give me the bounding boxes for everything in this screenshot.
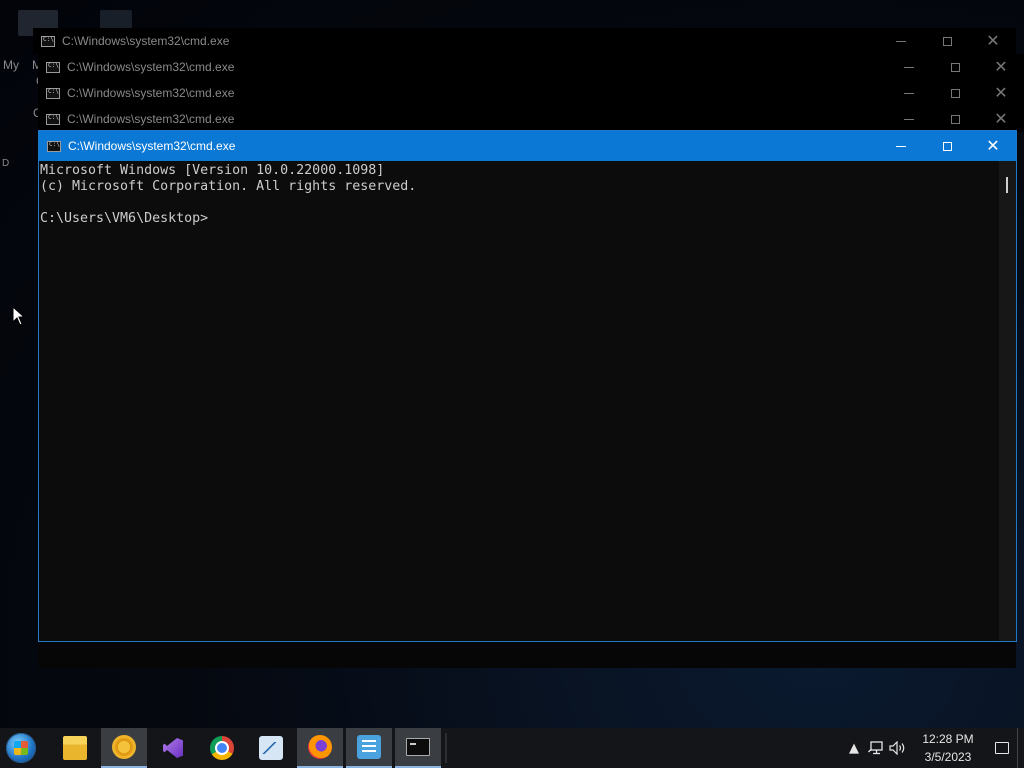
minimize-button[interactable] — [878, 28, 924, 54]
window-titlebar[interactable]: C:\Windows\system32\cmd.exe ✕ — [38, 80, 1024, 106]
maximize-icon — [950, 88, 960, 98]
taskbar: ▲ 12:28 PM 3/5/2023 — [0, 728, 1024, 768]
minimize-button[interactable] — [886, 80, 932, 106]
window-title: C:\Windows\system32\cmd.exe — [68, 139, 236, 153]
taskbar-notepad[interactable] — [346, 728, 392, 768]
folder-icon — [63, 736, 87, 760]
window-shadow — [38, 640, 1016, 668]
cmd-icon — [47, 140, 61, 152]
minimize-icon — [896, 40, 906, 42]
cmd-icon — [46, 61, 60, 73]
close-icon: ✕ — [986, 31, 1000, 50]
window-title: C:\Windows\system32\cmd.exe — [67, 60, 235, 74]
taskbar-resource-monitor[interactable] — [248, 728, 294, 768]
maximize-icon — [950, 62, 960, 72]
clock[interactable]: 12:28 PM 3/5/2023 — [913, 730, 983, 766]
visual-studio-icon — [161, 736, 185, 760]
cmd-icon — [46, 87, 60, 99]
maximize-icon — [942, 36, 952, 46]
scrollbar-thumb[interactable] — [1006, 177, 1008, 193]
clock-date: 3/5/2023 — [924, 750, 972, 764]
volume-icon[interactable] — [887, 728, 909, 768]
minimize-button[interactable] — [878, 131, 924, 161]
close-icon: ✕ — [994, 57, 1008, 76]
ring-icon — [112, 735, 136, 759]
notifications-button[interactable] — [987, 728, 1017, 768]
close-button[interactable]: ✕ — [970, 131, 1016, 161]
taskbar-cmd[interactable] — [395, 728, 441, 768]
minimize-button[interactable] — [886, 106, 932, 132]
cmd-window-active[interactable]: C:\Windows\system32\cmd.exe ✕ Microsoft … — [38, 130, 1017, 642]
taskbar-firefox[interactable] — [297, 728, 343, 768]
close-button[interactable]: ✕ — [978, 80, 1024, 106]
cmd-icon — [41, 35, 55, 47]
notepad-icon — [357, 735, 381, 759]
chevron-up-icon[interactable]: ▲ — [843, 728, 865, 768]
close-button[interactable]: ✕ — [978, 54, 1024, 80]
close-button[interactable]: ✕ — [978, 106, 1024, 132]
console-line: (c) Microsoft Corporation. All rights re… — [40, 179, 417, 194]
maximize-button[interactable] — [932, 106, 978, 132]
minimize-icon — [896, 145, 906, 147]
cmd-icon — [406, 738, 430, 756]
notification-icon — [995, 742, 1009, 754]
window-title: C:\Windows\system32\cmd.exe — [67, 112, 235, 126]
window-titlebar[interactable]: C:\Windows\system32\cmd.exe ✕ — [38, 54, 1024, 80]
start-button[interactable] — [0, 728, 42, 768]
taskbar-chrome[interactable] — [199, 728, 245, 768]
cmd-window-background[interactable]: C:\Windows\system32\cmd.exe ✕ — [38, 54, 1024, 80]
cmd-icon — [46, 113, 60, 125]
desktop-icon-label: D — [2, 158, 10, 169]
network-icon-graphic — [868, 741, 883, 755]
desktop-background: My M C C D — [0, 0, 132, 700]
maximize-button[interactable] — [932, 54, 978, 80]
window-title: C:\Windows\system32\cmd.exe — [67, 86, 235, 100]
cmd-window-background[interactable]: C:\Windows\system32\cmd.exe ✕ — [38, 106, 1024, 132]
minimize-icon — [904, 118, 914, 120]
taskbar-app[interactable] — [101, 728, 147, 768]
minimize-button[interactable] — [886, 54, 932, 80]
close-icon: ✕ — [994, 83, 1008, 102]
window-title: C:\Windows\system32\cmd.exe — [62, 34, 230, 48]
cmd-window-background[interactable]: C:\Windows\system32\cmd.exe ✕ — [33, 28, 1016, 54]
show-desktop-button[interactable] — [1017, 728, 1024, 768]
taskbar-file-explorer[interactable] — [52, 728, 98, 768]
clock-time: 12:28 PM — [922, 732, 974, 746]
window-titlebar[interactable]: C:\Windows\system32\cmd.exe ✕ — [39, 131, 1016, 161]
close-icon: ✕ — [986, 136, 1000, 155]
close-icon: ✕ — [994, 109, 1008, 128]
maximize-button[interactable] — [924, 131, 970, 161]
taskbar-separator — [445, 733, 447, 763]
console-line: Microsoft Windows [Version 10.0.22000.10… — [40, 163, 385, 178]
cmd-window-background[interactable]: C:\Windows\system32\cmd.exe ✕ — [38, 80, 1024, 106]
maximize-icon — [950, 114, 960, 124]
maximize-button[interactable] — [924, 28, 970, 54]
chrome-icon — [210, 736, 234, 760]
close-button[interactable]: ✕ — [970, 28, 1016, 54]
console-prompt[interactable]: C:\Users\VM6\Desktop> — [40, 211, 999, 227]
desktop-icon-label: My — [3, 58, 19, 72]
firefox-icon — [308, 735, 332, 759]
console-output[interactable]: Microsoft Windows [Version 10.0.22000.10… — [39, 161, 999, 641]
maximize-icon — [942, 141, 952, 151]
resource-monitor-icon — [259, 736, 283, 760]
window-titlebar[interactable]: C:\Windows\system32\cmd.exe ✕ — [33, 28, 1016, 54]
taskbar-visual-studio[interactable] — [150, 728, 196, 768]
vertical-scrollbar[interactable] — [999, 161, 1016, 641]
windows-logo-icon — [6, 733, 36, 763]
system-tray: ▲ 12:28 PM 3/5/2023 — [843, 728, 1024, 768]
maximize-button[interactable] — [932, 80, 978, 106]
minimize-icon — [904, 92, 914, 94]
speaker-icon-graphic — [889, 741, 905, 755]
minimize-icon — [904, 66, 914, 68]
window-titlebar[interactable]: C:\Windows\system32\cmd.exe ✕ — [38, 106, 1024, 132]
network-icon[interactable] — [865, 728, 887, 768]
